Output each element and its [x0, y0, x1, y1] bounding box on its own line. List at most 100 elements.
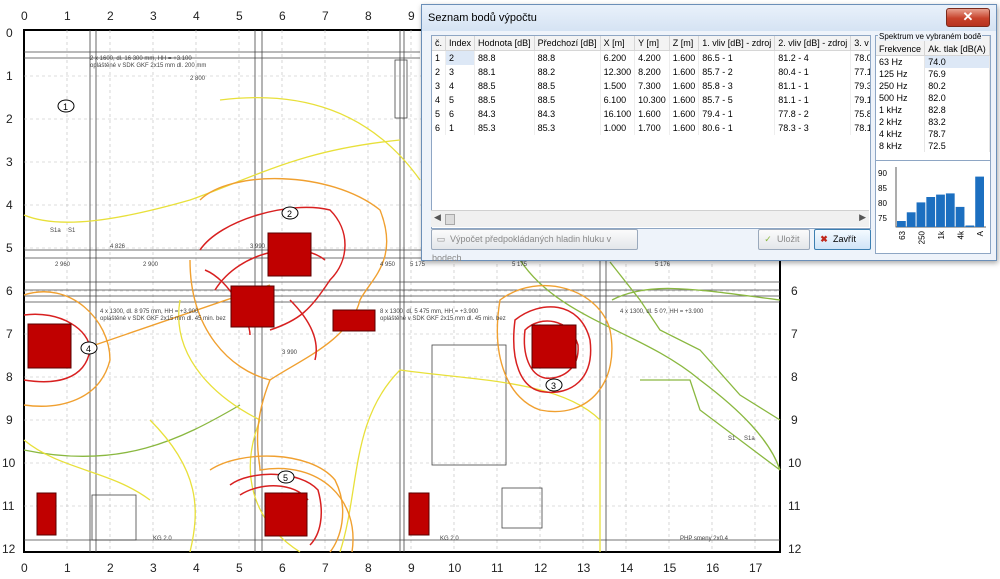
spectrum-freq: 63 Hz — [876, 55, 926, 68]
column-header[interactable]: Z [m] — [669, 36, 700, 51]
drawing-note: opláštěné v SDK GKF 2x15 mm dl. 200 mm — [90, 63, 206, 69]
source-rect[interactable] — [230, 285, 275, 328]
source-rect[interactable] — [332, 309, 376, 332]
spectrum-freq: 1 kHz — [876, 104, 926, 116]
column-header[interactable]: Index — [445, 36, 476, 51]
table-cell: 1.500 — [600, 79, 636, 93]
spectrum-row[interactable]: 125 Hz 76.9 — [876, 68, 990, 80]
spectrum-freq: 2 kHz — [876, 116, 926, 128]
spectrum-value: 72.5 — [924, 140, 990, 152]
ruler-tick: 10 — [448, 561, 462, 575]
spectrum-value: 82.8 — [924, 104, 990, 116]
spectrum-chart: 90 85 80 75 63 250 1k 4k A — [878, 167, 986, 244]
ruler-tick: 8 — [791, 370, 798, 384]
table-row[interactable]: 4 5 88.5 88.5 6.100 10.300 1.600 85.7 - … — [432, 93, 870, 107]
column-header[interactable]: 2. vliv [dB] - zdroj — [774, 36, 852, 51]
ruler-tick: 16 — [706, 561, 720, 575]
dim-label: 2 960 — [55, 262, 71, 268]
table-cell: 75.8 — [850, 107, 870, 121]
column-header[interactable]: X [m] — [600, 36, 636, 51]
spectrum-row[interactable]: 4 kHz 78.7 — [876, 128, 990, 140]
spectrum-bar — [955, 206, 965, 227]
scroll-right-icon[interactable]: ▶ — [859, 212, 866, 223]
y-tick-label: 90 — [878, 169, 887, 178]
table-cell: 2 — [432, 65, 446, 79]
save-button[interactable]: ✓ Uložit — [758, 229, 810, 250]
ruler-tick: 9 — [408, 9, 415, 23]
column-header[interactable]: 1. vliv [dB] - zdroj — [698, 36, 776, 51]
x-tick-label: A — [976, 230, 985, 236]
ruler-tick: 5 — [236, 9, 243, 23]
source-rect[interactable] — [264, 492, 308, 537]
table-cell: 1 — [432, 50, 446, 65]
drawing-note: 2 x 1600, dl. 16 300 mm, HH = +3.100 — [90, 56, 192, 62]
table-row[interactable]: 6 1 85.3 85.3 1.000 1.700 1.600 80.6 - 1… — [432, 121, 870, 135]
spectrum-chart-container: 90 85 80 75 63 250 1k 4k A — [875, 160, 991, 254]
calc-levels-button[interactable]: ▭ Výpočet předpokládaných hladin hluku v … — [431, 229, 638, 263]
ruler-tick: 2 — [107, 561, 114, 575]
dim-label: 4 826 — [110, 244, 126, 250]
spectrum-row[interactable]: 1 kHz 82.8 — [876, 104, 990, 116]
point-label: 3 — [551, 381, 556, 391]
spectrum-table-container[interactable]: Frekvence Ak. tlak [dB(A) 63 Hz 74.0 125 … — [875, 35, 991, 161]
table-cell: 81.1 - 1 — [774, 93, 852, 107]
table-row[interactable]: 3 4 88.5 88.5 1.500 7.300 1.600 85.8 - 3… — [432, 79, 870, 93]
dim-label: 2 800 — [190, 76, 206, 82]
spectrum-row[interactable]: 8 kHz 72.5 — [876, 140, 990, 152]
ruler-tick: 4 — [6, 198, 13, 212]
spectrum-bar — [945, 193, 955, 227]
ruler-tick: 2 — [6, 112, 13, 126]
ruler-tick: 4 — [193, 561, 200, 575]
spectrum-row[interactable]: 2 kHz 83.2 — [876, 116, 990, 128]
ruler-tick: 7 — [322, 561, 329, 575]
column-header[interactable]: 3. v — [850, 36, 870, 51]
ruler-tick: 9 — [408, 561, 415, 575]
source-rect[interactable] — [267, 232, 312, 277]
source-rect[interactable] — [27, 323, 72, 369]
source-rect[interactable] — [531, 324, 577, 369]
spectrum-bar — [965, 225, 975, 227]
dim-label: 2 900 — [143, 262, 159, 268]
column-header[interactable]: Předchozí [dB] — [534, 36, 601, 51]
table-row[interactable]: 1 2 88.8 88.8 6.200 4.200 1.600 86.5 - 1… — [432, 50, 870, 65]
table-row[interactable]: 5 6 84.3 84.3 16.100 1.600 1.600 79.4 - … — [432, 107, 870, 121]
ruler-tick: 17 — [749, 561, 763, 575]
calc-levels-label: Výpočet předpokládaných hladin hluku v b… — [432, 234, 612, 263]
table-row[interactable]: 2 3 88.1 88.2 12.300 8.200 1.600 85.7 - … — [432, 65, 870, 79]
spectrum-row[interactable]: 250 Hz 80.2 — [876, 80, 990, 92]
column-header[interactable]: Hodnota [dB] — [474, 36, 535, 51]
close-label: Zavřít — [833, 234, 857, 244]
room-label: KG 2.0 — [440, 536, 459, 542]
ruler-tick: 12 — [2, 542, 16, 556]
dialog-titlebar[interactable]: Seznam bodů výpočtu ✕ — [422, 5, 996, 31]
ruler-tick: 12 — [788, 542, 802, 556]
dialog-title: Seznam bodů výpočtu — [428, 12, 537, 24]
source-rect[interactable] — [36, 492, 57, 536]
scroll-thumb[interactable] — [445, 214, 455, 225]
column-header[interactable]: č. — [432, 36, 446, 51]
spectrum-row[interactable]: 500 Hz 82.0 — [876, 92, 990, 104]
drawing-note: opláštěné v SDK GKF 2x15 mm dl. 45 min. … — [380, 316, 506, 322]
check-icon: ✓ — [764, 234, 772, 244]
table-cell: 88.5 — [474, 93, 535, 107]
table-cell: 12.300 — [600, 65, 636, 79]
table-cell: 88.5 — [534, 79, 601, 93]
table-cell[interactable]: 2 — [445, 50, 476, 65]
dim-label: 3 990 — [282, 350, 298, 356]
table-cell: 10.300 — [634, 93, 670, 107]
ruler-tick: 8 — [6, 370, 13, 384]
y-tick-label: 85 — [878, 184, 887, 193]
close-icon[interactable]: ✕ — [946, 8, 990, 27]
source-rect[interactable] — [408, 492, 430, 536]
horizontal-scrollbar[interactable]: ◀ ▶ — [431, 210, 869, 227]
ruler-tick: 14 — [620, 561, 634, 575]
scroll-left-icon[interactable]: ◀ — [434, 212, 441, 223]
column-header[interactable]: Y [m] — [634, 36, 670, 51]
spectrum-row[interactable]: 63 Hz 74.0 — [876, 55, 990, 68]
points-table-container[interactable]: č. Index Hodnota [dB] Předchozí [dB] X [… — [431, 35, 871, 229]
close-dialog-button[interactable]: ✖ Zavřít — [814, 229, 871, 250]
x-tick-label: 250 — [917, 230, 926, 244]
table-header-row: č. Index Hodnota [dB] Předchozí [dB] X [… — [432, 36, 870, 51]
table-cell: 1.600 — [669, 79, 700, 93]
ruler-tick: 9 — [791, 413, 798, 427]
